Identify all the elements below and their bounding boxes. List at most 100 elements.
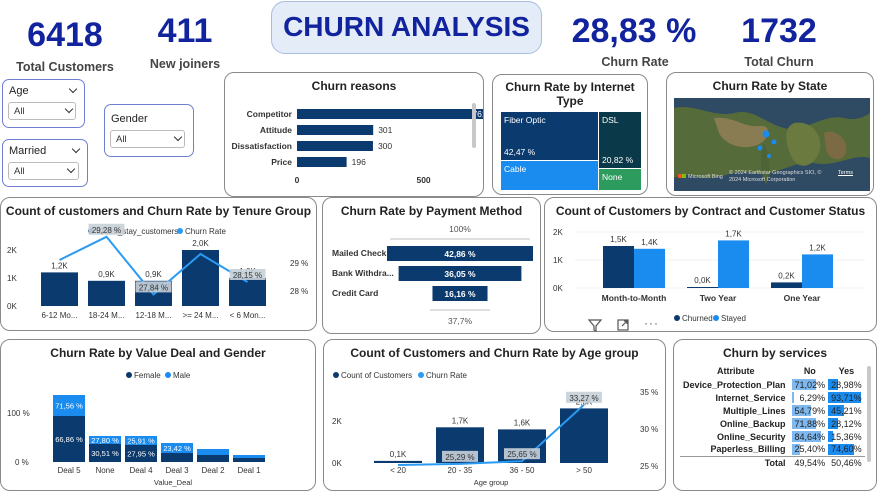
data-label: 23,42 % (163, 444, 191, 453)
y-tick-label: 0K (553, 284, 563, 293)
filter-icon[interactable] (588, 318, 602, 332)
column-header[interactable]: Attribute (680, 364, 792, 378)
tenure-group-card[interactable]: Count of customers and Churn Rate by Ten… (0, 197, 317, 331)
bar (88, 280, 125, 306)
table-scrollbar[interactable] (867, 366, 871, 462)
data-label: 66,86 % (55, 435, 83, 444)
internet-type-treemap: Fiber Optic 42,47 % DSL 20,82 % Cable None (501, 112, 641, 190)
data-label: 0,2K (778, 271, 795, 280)
data-label: 301 (378, 125, 392, 135)
table-row[interactable]: Online_Security 84,64% 15,36% (680, 430, 865, 443)
yes-cell: 28,12% (828, 417, 865, 430)
x-tick-label: Deal 5 (57, 466, 81, 475)
gender-slicer[interactable]: Gender All (104, 104, 194, 157)
married-dropdown-value: All (14, 166, 25, 177)
y-tick-label: 0K (332, 459, 342, 468)
legend-item: Churn Rate (185, 227, 226, 236)
bar (297, 125, 374, 135)
category-label: Competitor (247, 109, 293, 119)
yes-cell: 28,98% (828, 378, 865, 391)
map-attribution: © 2024 Earthstar Geographics SIO, © 2024… (729, 170, 822, 183)
treemap-tile[interactable]: None (599, 169, 641, 190)
x-tick-label: Two Year (700, 293, 737, 303)
treemap-tile[interactable]: Fiber Optic 42,47 % (501, 112, 598, 160)
churn-by-state-card[interactable]: Churn Rate by State Microsoft Bing © 202… (666, 72, 874, 196)
gender-dropdown[interactable]: All (110, 130, 185, 148)
married-dropdown[interactable]: All (8, 162, 79, 180)
rate-data-label: 25,65 % (507, 450, 536, 459)
chevron-down-icon[interactable] (71, 144, 81, 154)
value-deal-title: Churn Rate by Value Deal and Gender (50, 346, 266, 360)
category-label: Price (271, 157, 292, 167)
bar-female (161, 453, 193, 462)
column-header[interactable]: Yes (828, 364, 865, 378)
churn-reasons-chart: Competitor761Attitude301Dissatisfaction3… (232, 109, 483, 185)
chart-scrollbar[interactable] (472, 103, 476, 148)
map-bubble[interactable] (757, 145, 763, 151)
bar (297, 109, 483, 119)
column-header[interactable]: No (792, 364, 829, 378)
chevron-down-icon[interactable] (66, 164, 76, 174)
y2-tick-label: 35 % (640, 388, 658, 397)
cell-value: 71,02% (794, 379, 826, 390)
chevron-down-icon[interactable] (68, 84, 78, 94)
x-tick-label: Deal 4 (129, 466, 153, 475)
churn-by-services-card[interactable]: Churn by services Attribute No Yes Devic… (673, 339, 877, 491)
legend-item: Count of Customers (341, 371, 412, 380)
funnel-top-label: 100% (449, 224, 471, 234)
table-row[interactable]: Online_Backup 71,88% 28,12% (680, 417, 865, 430)
churn-reasons-card[interactable]: Churn reasons Competitor761Attitude301Di… (224, 72, 484, 197)
x-tick-label: 500 (416, 175, 430, 185)
map-bubble[interactable] (762, 130, 770, 138)
data-label: 16,16 % (444, 289, 476, 299)
table-row[interactable]: Paperless_Billing 25,40% 74,60% (680, 443, 865, 456)
table-row[interactable]: Multiple_Lines 54,79% 45,21% (680, 404, 865, 417)
y2-tick-label: 29 % (290, 259, 308, 268)
more-options-icon[interactable]: ··· (644, 316, 659, 330)
age-slicer-label: Age (9, 85, 29, 97)
treemap-tile[interactable]: DSL 20,82 % (599, 112, 641, 168)
bar (802, 254, 833, 288)
payment-method-card[interactable]: Churn Rate by Payment Method 100% Mailed … (322, 197, 541, 334)
y-tick-label: 1K (7, 274, 17, 283)
table-row[interactable]: Internet_Service 6,29% 93,71% (680, 391, 865, 404)
map-terms-link[interactable]: Terms (838, 170, 853, 176)
microsoft-bing-logo: Microsoft Bing (678, 174, 723, 180)
cell-value: 54,79% (794, 405, 826, 416)
x-tick-label: 20 - 35 (448, 466, 473, 475)
internet-type-title: Churn Rate by Internet Type (505, 80, 635, 108)
bar (634, 248, 665, 288)
yes-cell: 93,71% (828, 391, 865, 404)
chevron-down-icon[interactable] (64, 104, 74, 114)
data-label: 196 (352, 157, 366, 167)
attribute-cell: Online_Backup (720, 418, 786, 429)
age-slicer[interactable]: Age All (2, 79, 85, 128)
age-group-card[interactable]: Count of Customers and Churn Rate by Age… (323, 339, 666, 491)
married-slicer[interactable]: Married All (2, 139, 88, 187)
churn-by-services-table: Attribute No Yes Device_Protection_Plan 7… (680, 364, 865, 469)
map-bubble[interactable] (771, 139, 777, 145)
churn-reasons-title: Churn reasons (311, 79, 397, 93)
rate-data-label: 28,15 % (233, 271, 262, 280)
chevron-down-icon[interactable] (173, 132, 183, 142)
contract-status-card[interactable]: Count of Customers by Contract and Custo… (544, 197, 877, 332)
gender-dropdown-value: All (116, 134, 127, 145)
value-deal-card[interactable]: Churn Rate by Value Deal and Gender Fema… (0, 339, 316, 491)
treemap-tile[interactable]: Cable (501, 161, 598, 190)
yes-cell: 45,21% (828, 404, 865, 417)
legend-item-swatch (177, 228, 183, 234)
focus-mode-icon[interactable] (616, 318, 630, 332)
data-label: 300 (378, 141, 392, 151)
bar (718, 240, 749, 288)
tenure-group-title: Count of customers and Churn Rate by Ten… (5, 204, 312, 218)
age-dropdown[interactable]: All (8, 102, 76, 120)
total-label: Total (764, 457, 786, 468)
data-label: 27,80 % (91, 436, 119, 445)
category-label: Dissatisfaction (232, 141, 292, 151)
data-label: 27,95 % (127, 450, 155, 459)
y-tick-label: 2K (553, 228, 563, 237)
map-bubble[interactable] (767, 154, 771, 158)
internet-type-card[interactable]: Churn Rate by Internet Type Fiber Optic 4… (492, 74, 648, 195)
table-row[interactable]: Device_Protection_Plan 71,02% 28,98% (680, 378, 865, 391)
page-title: CHURN ANALYSIS (283, 11, 530, 42)
